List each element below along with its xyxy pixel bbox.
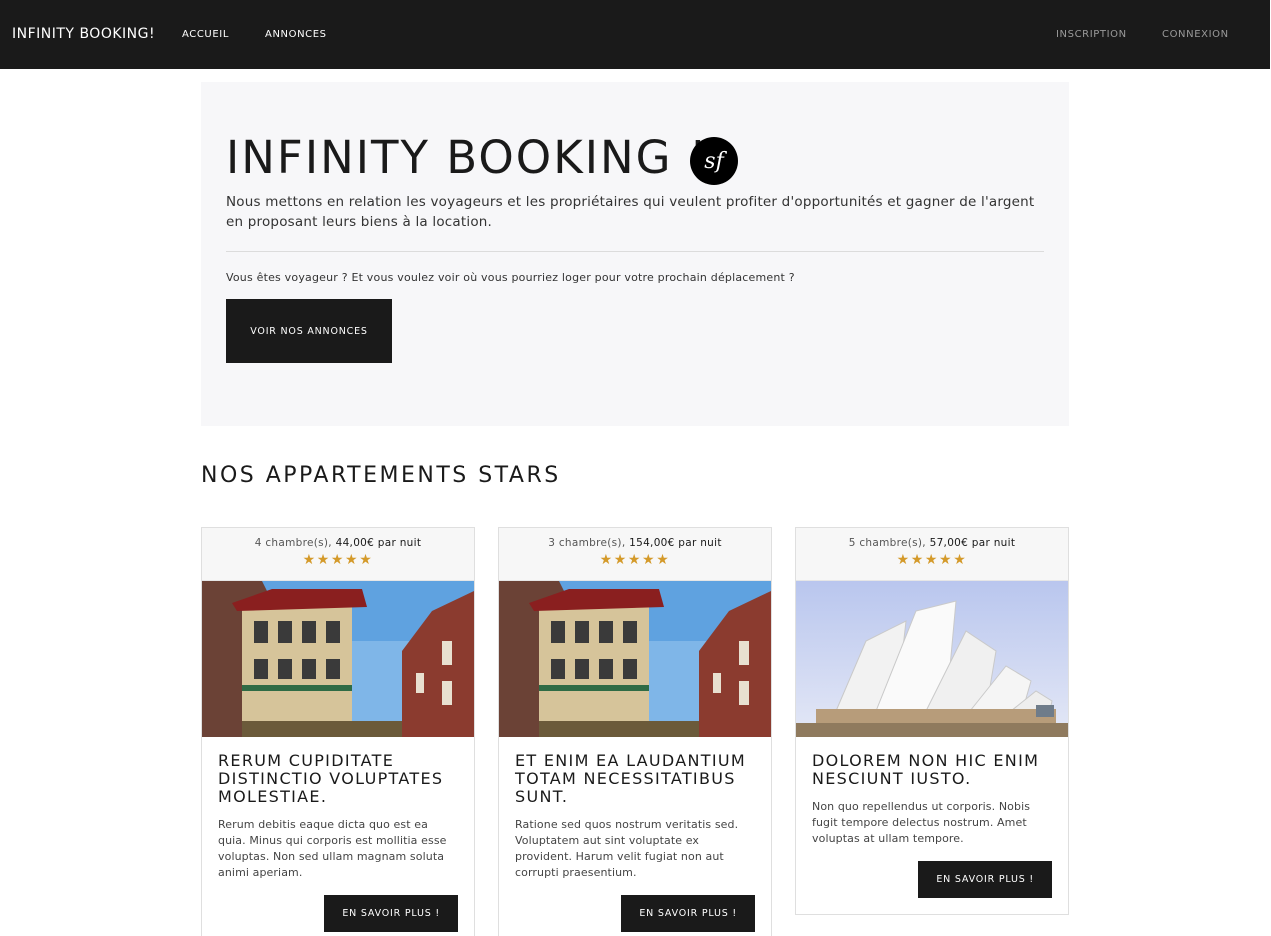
listing-description: Non quo repellendus ut corporis. Nobis f… bbox=[812, 800, 1031, 845]
listing-card-body: RERUM CUPIDITATE DISTINCTIO VOLUPTATES M… bbox=[202, 737, 474, 936]
listing-card-body: ET ENIM EA LAUDANTIUM TOTAM NECESSITATIB… bbox=[499, 737, 771, 936]
listing-card-header: 4 chambre(s), 44,00€ par nuit ★★★★★ bbox=[202, 528, 474, 581]
see-listings-button[interactable]: VOIR NOS ANNONCES bbox=[226, 299, 392, 363]
chinatown-building-photo[interactable] bbox=[202, 581, 474, 737]
listing-rooms: 4 chambre(s), bbox=[254, 537, 332, 549]
hero-question: Vous êtes voyageur ? Et vous voulez voir… bbox=[226, 271, 795, 284]
listing-meta: 3 chambre(s), 154,00€ par nuit bbox=[499, 537, 771, 549]
section-title: NOS APPARTEMENTS STARS bbox=[201, 463, 561, 488]
listing-card: 4 chambre(s), 44,00€ par nuit ★★★★★ RERU… bbox=[201, 527, 475, 936]
hero-divider bbox=[226, 251, 1044, 252]
chinatown-building-photo[interactable] bbox=[499, 581, 771, 737]
svg-text:sf: sf bbox=[704, 149, 727, 174]
listing-description: Ratione sed quos nostrum veritatis sed. … bbox=[515, 818, 739, 879]
listing-actions: EN SAVOIR PLUS ! bbox=[218, 895, 458, 936]
hero-title: INFINITY BOOKING ! bbox=[226, 131, 709, 184]
nav-link-inscription[interactable]: INSCRIPTION bbox=[1056, 29, 1127, 40]
listing-title[interactable]: RERUM CUPIDITATE DISTINCTIO VOLUPTATES M… bbox=[218, 752, 458, 806]
listing-description: Rerum debitis eaque dicta quo est ea qui… bbox=[218, 818, 447, 879]
listing-card: 5 chambre(s), 57,00€ par nuit ★★★★★ DOLO… bbox=[795, 527, 1069, 915]
nav-link-annonces[interactable]: ANNONCES bbox=[265, 29, 327, 40]
opera-house-photo[interactable] bbox=[796, 581, 1068, 737]
hero-jumbotron: INFINITY BOOKING ! sf Nous mettons en re… bbox=[201, 82, 1069, 426]
rating-stars: ★★★★★ bbox=[302, 552, 374, 568]
listing-card-header: 3 chambre(s), 154,00€ par nuit ★★★★★ bbox=[499, 528, 771, 581]
listing-price: 44,00€ par nuit bbox=[335, 537, 422, 549]
nav-link-connexion[interactable]: CONNEXION bbox=[1162, 29, 1229, 40]
brand-link[interactable]: INFINITY BOOKING! bbox=[12, 26, 155, 42]
listing-actions: EN SAVOIR PLUS ! bbox=[812, 861, 1052, 914]
symfony-logo-icon: sf bbox=[690, 137, 738, 185]
listing-actions: EN SAVOIR PLUS ! bbox=[515, 895, 755, 936]
learn-more-button[interactable]: EN SAVOIR PLUS ! bbox=[621, 895, 755, 932]
listing-card-header: 5 chambre(s), 57,00€ par nuit ★★★★★ bbox=[796, 528, 1068, 581]
listing-title[interactable]: ET ENIM EA LAUDANTIUM TOTAM NECESSITATIB… bbox=[515, 752, 755, 806]
rating-stars: ★★★★★ bbox=[896, 552, 968, 568]
top-navbar: INFINITY BOOKING! ACCUEIL ANNONCES INSCR… bbox=[0, 0, 1270, 69]
listing-meta: 4 chambre(s), 44,00€ par nuit bbox=[202, 537, 474, 549]
listing-card-body: DOLOREM NON HIC ENIM NESCIUNT IUSTO. Non… bbox=[796, 737, 1068, 914]
nav-link-accueil[interactable]: ACCUEIL bbox=[182, 29, 229, 40]
learn-more-button[interactable]: EN SAVOIR PLUS ! bbox=[918, 861, 1052, 898]
rating-stars: ★★★★★ bbox=[599, 552, 671, 568]
hero-lead: Nous mettons en relation les voyageurs e… bbox=[226, 194, 1035, 230]
listing-price: 154,00€ par nuit bbox=[629, 537, 722, 549]
listing-card: 3 chambre(s), 154,00€ par nuit ★★★★★ ET … bbox=[498, 527, 772, 936]
learn-more-button[interactable]: EN SAVOIR PLUS ! bbox=[324, 895, 458, 932]
listing-meta: 5 chambre(s), 57,00€ par nuit bbox=[796, 537, 1068, 549]
listing-rooms: 3 chambre(s), bbox=[548, 537, 626, 549]
listing-rooms: 5 chambre(s), bbox=[848, 537, 926, 549]
listing-title[interactable]: DOLOREM NON HIC ENIM NESCIUNT IUSTO. bbox=[812, 752, 1052, 788]
listing-price: 57,00€ par nuit bbox=[929, 537, 1016, 549]
